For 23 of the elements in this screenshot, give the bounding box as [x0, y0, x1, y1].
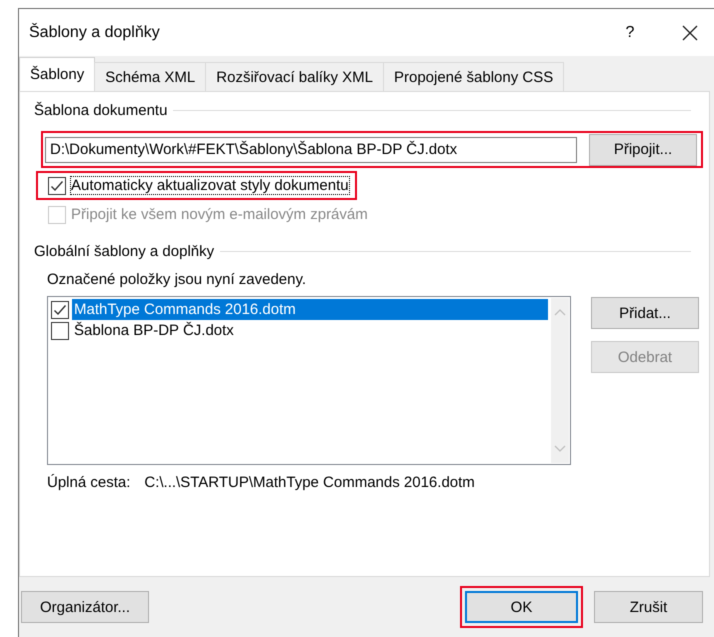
organizer-button[interactable]: Organizátor...	[21, 591, 149, 623]
help-button[interactable]: ?	[620, 24, 640, 42]
path-label: Úplná cesta:	[47, 474, 130, 491]
close-icon[interactable]	[682, 24, 698, 40]
attach-button[interactable]: Připojit...	[589, 134, 697, 166]
list-item[interactable]: Šablona BP-DP ČJ.dotx	[72, 320, 548, 341]
checkbox[interactable]	[51, 322, 69, 340]
list-action-button[interactable]: Přidat...	[591, 297, 699, 329]
checkbox[interactable]	[51, 300, 69, 318]
path-value: C:\...\STARTUP\MathType Commands 2016.dotm	[144, 474, 475, 491]
checkbox[interactable]	[48, 176, 66, 194]
checkbox-label[interactable]: Automaticky aktualizovat styly dokumentu	[71, 177, 349, 194]
list-caption: Označené položky jsou nyní zavedeny.	[47, 271, 308, 288]
tab[interactable]: Šablony	[19, 57, 96, 91]
list-item[interactable]: MathType Commands 2016.dotm	[72, 299, 548, 320]
group-heading: Šablona dokumentu	[34, 102, 168, 118]
tab[interactable]: Propojené šablony CSS	[382, 62, 564, 91]
group-heading: Globální šablony a doplňky	[34, 242, 214, 260]
ok-button[interactable]: OK	[465, 591, 578, 623]
cancel-button[interactable]: Zrušit	[594, 591, 703, 623]
window-title: Šablony a doplňky	[29, 24, 161, 42]
tab[interactable]: Schéma XML	[94, 62, 206, 91]
template-path-field[interactable]: D:\Dokumenty\Work\#FEKT\Šablony\Šablona BP-DP ČJ.dotx	[45, 136, 577, 162]
